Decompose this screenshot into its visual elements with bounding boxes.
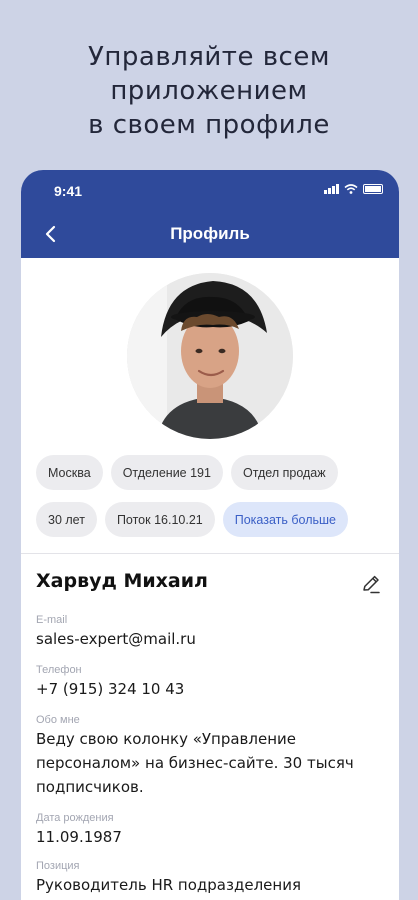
profile-header: Харвуд Михаил <box>36 570 384 600</box>
promo-headline: Управляйте всем приложением в своем проф… <box>0 40 418 142</box>
battery-icon <box>363 184 383 194</box>
page-title: Профиль <box>170 224 250 243</box>
field-label: Позиция <box>36 860 80 872</box>
status-icons <box>324 184 383 194</box>
app-bar: 9:41 Профиль <box>21 170 399 258</box>
tag-chip-branch[interactable]: Отделение 191 <box>110 455 223 490</box>
status-time: 9:41 <box>54 183 83 199</box>
field-label: E-mail <box>36 614 68 626</box>
field-phone: Телефон +7 (915) 324 10 43 <box>36 663 384 701</box>
tag-chip-age[interactable]: 30 лет <box>36 502 97 537</box>
promo-line: приложением <box>110 76 308 106</box>
birthdate-value: 11.09.1987 <box>36 828 122 846</box>
signal-icon <box>324 184 339 194</box>
tag-chip-city[interactable]: Москва <box>36 455 103 490</box>
field-about: Обо мне Веду свою колонку «Управление пе… <box>36 713 384 799</box>
phone-value[interactable]: +7 (915) 324 10 43 <box>36 677 384 701</box>
field-label: Дата рождения <box>36 812 114 824</box>
about-value-line: подписчиков. <box>36 778 144 796</box>
about-value-line: персоналом» на бизнес-сайте. 30 тысяч <box>36 754 354 772</box>
tag-row: Москва Отделение 191 Отдел продаж <box>36 455 386 490</box>
email-value[interactable]: sales-expert@mail.ru <box>36 627 384 651</box>
promo-line: в своем профиле <box>88 110 330 140</box>
position-value: Руководитель HR подразделения <box>36 876 301 894</box>
wifi-icon <box>344 184 358 194</box>
tag-chip-department[interactable]: Отдел продаж <box>230 455 338 490</box>
avatar-photo <box>127 273 293 439</box>
avatar <box>127 273 293 439</box>
tag-list: Москва Отделение 191 Отдел продаж 30 лет… <box>36 455 386 549</box>
phone-screen: 9:41 Профиль Москва Отделение 191 Отдел … <box>21 170 399 900</box>
field-label: Обо мне <box>36 714 80 726</box>
edit-button[interactable] <box>360 573 382 595</box>
field-email: E-mail sales-expert@mail.ru <box>36 613 384 651</box>
tag-chip-cohort[interactable]: Поток 16.10.21 <box>104 502 215 537</box>
profile-name: Харвуд Михаил <box>36 570 208 592</box>
show-more-button[interactable]: Показать больше <box>222 502 348 537</box>
divider <box>21 553 399 554</box>
about-value-line: Веду свою колонку «Управление <box>36 730 296 748</box>
field-label: Телефон <box>36 664 82 676</box>
field-position: Позиция Руководитель HR подразделения <box>36 859 384 897</box>
field-birthdate: Дата рождения 11.09.1987 <box>36 811 384 849</box>
tag-row: 30 лет Поток 16.10.21 Показать больше <box>36 502 386 537</box>
promo-line: Управляйте всем <box>88 42 330 72</box>
